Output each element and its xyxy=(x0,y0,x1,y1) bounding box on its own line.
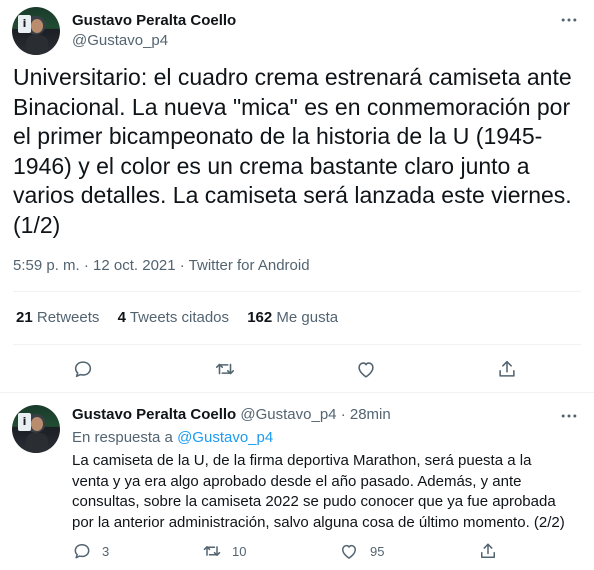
tweet-meta: 5:59 p. m. · 12 oct. 2021 · Twitter for … xyxy=(13,257,310,274)
avatar-suit xyxy=(26,35,48,55)
reply-text: La camiseta de la U, de la firma deporti… xyxy=(72,452,565,531)
retweet-icon[interactable] xyxy=(202,541,222,561)
avatar-logo: i xyxy=(18,15,31,33)
tweet-text: Universitario: el cuadro crema estrenará… xyxy=(13,64,572,238)
more-dots-icon[interactable] xyxy=(559,10,579,30)
reply-author-avatar[interactable]: i xyxy=(12,405,60,453)
author-avatar[interactable]: i xyxy=(12,7,60,55)
reply-author-name[interactable]: Gustavo Peralta Coello xyxy=(72,406,236,423)
quotes-stat[interactable]: 4 Tweets citados xyxy=(118,309,229,326)
share-icon[interactable] xyxy=(478,541,498,561)
reply-mention-link[interactable]: @Gustavo_p4 xyxy=(177,429,273,446)
like-icon[interactable] xyxy=(355,358,377,380)
more-dots-icon[interactable] xyxy=(559,406,579,426)
retweet-count: 10 xyxy=(232,544,247,559)
author-name[interactable]: Gustavo Peralta Coello xyxy=(72,12,236,29)
reply-author-handle[interactable]: @Gustavo_p4 xyxy=(240,406,336,423)
reply-context: En respuesta a @Gustavo_p4 xyxy=(72,429,273,446)
avatar-face xyxy=(31,417,43,431)
tweet-stats: 21 Retweets 4 Tweets citados 162 Me gust… xyxy=(16,309,352,326)
reply-prefix: En respuesta a xyxy=(72,429,173,446)
divider xyxy=(0,392,594,393)
divider xyxy=(13,344,581,345)
likes-stat[interactable]: 162 Me gusta xyxy=(247,309,338,326)
avatar-face xyxy=(31,19,43,33)
avatar-logo: i xyxy=(18,413,31,431)
reply-header: Gustavo Peralta Coello @Gustavo_p4 · 28m… xyxy=(72,406,391,423)
like-icon[interactable] xyxy=(339,541,359,561)
retweets-stat[interactable]: 21 Retweets xyxy=(16,309,99,326)
reply-icon[interactable] xyxy=(72,358,94,380)
reply-icon[interactable] xyxy=(72,541,92,561)
reply-time[interactable]: · 28min xyxy=(341,406,391,423)
avatar-suit xyxy=(26,433,48,453)
retweet-icon[interactable] xyxy=(214,358,236,380)
reply-count: 3 xyxy=(102,544,110,559)
divider xyxy=(13,291,581,292)
author-handle[interactable]: @Gustavo_p4 xyxy=(72,32,168,49)
like-count: 95 xyxy=(370,544,385,559)
share-icon[interactable] xyxy=(496,358,518,380)
